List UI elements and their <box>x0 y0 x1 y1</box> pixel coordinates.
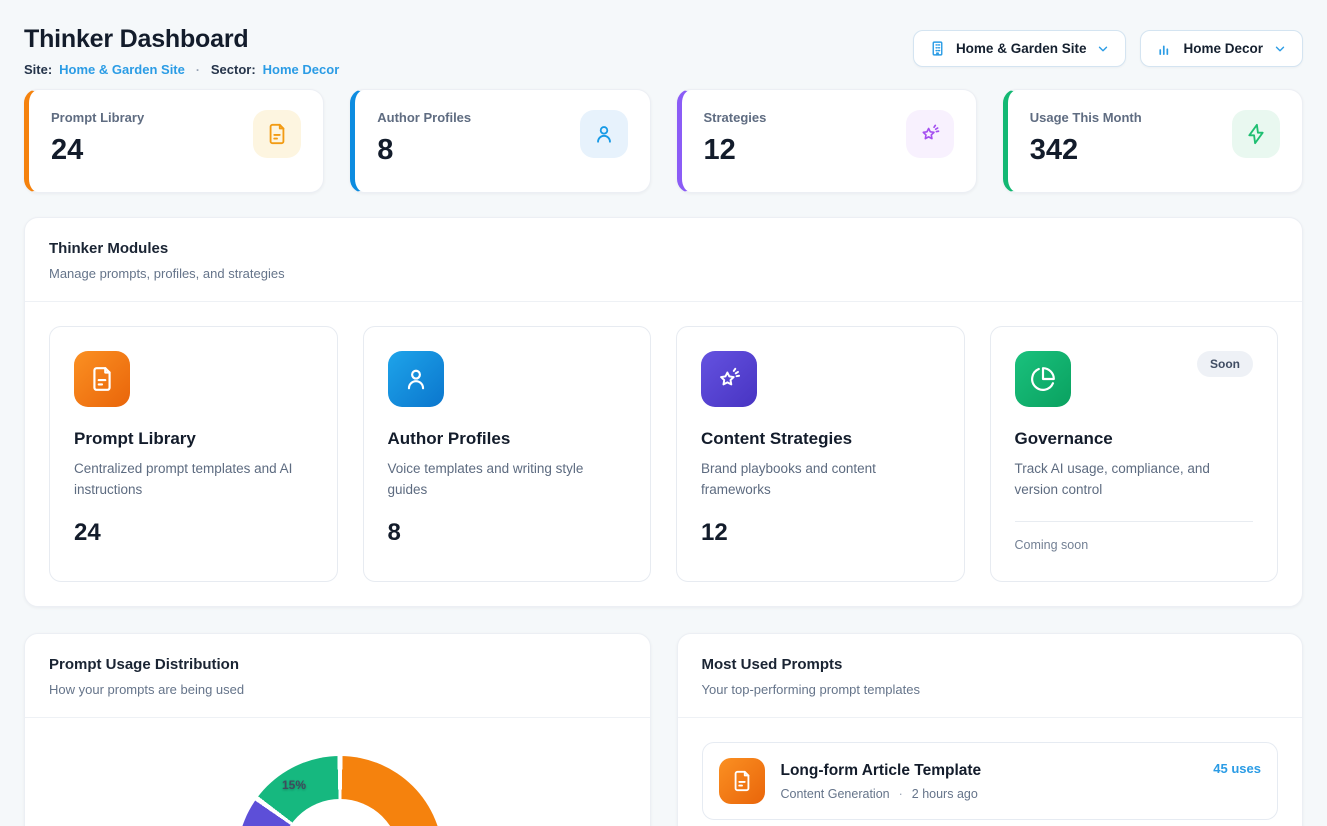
sector-label: Sector: <box>211 62 256 77</box>
prompt-list-item[interactable]: Long-form Article Template Content Gener… <box>702 742 1279 820</box>
prompt-uses-badge: 45 uses <box>1213 761 1261 776</box>
site-selector-button[interactable]: Home & Garden Site <box>913 30 1127 67</box>
modules-panel-title: Thinker Modules <box>49 240 1278 257</box>
page-header-left: Thinker Dashboard Site: Home & Garden Si… <box>24 24 339 77</box>
prompt-item-text: Long-form Article Template Content Gener… <box>781 762 982 801</box>
modules-grid: Prompt Library Centralized prompt templa… <box>25 302 1302 606</box>
donut-segment-label: 15% <box>282 778 306 792</box>
pie-chart-icon <box>1015 351 1071 407</box>
stats-row: Prompt Library 24 Author Profiles 8 Stra… <box>24 89 1303 193</box>
module-count: 8 <box>388 519 627 547</box>
prompts-card-title: Most Used Prompts <box>702 656 1279 673</box>
stat-card-strategies: Strategies 12 <box>677 89 977 193</box>
document-icon <box>253 110 301 158</box>
site-label: Site: <box>24 62 52 77</box>
stat-card-author-profiles: Author Profiles 8 <box>350 89 650 193</box>
divider <box>678 717 1303 718</box>
dashboard-page: Thinker Dashboard Site: Home & Garden Si… <box>0 0 1327 826</box>
coming-soon-text: Coming soon <box>1015 538 1254 552</box>
lightning-icon <box>1232 110 1280 158</box>
module-card-prompt-library[interactable]: Prompt Library Centralized prompt templa… <box>49 326 338 582</box>
page-title: Thinker Dashboard <box>24 24 339 54</box>
module-card-governance[interactable]: Soon Governance Track AI usage, complian… <box>990 326 1279 582</box>
modules-panel-subtitle: Manage prompts, profiles, and strategies <box>49 266 1278 281</box>
page-header: Thinker Dashboard Site: Home & Garden Si… <box>24 24 1303 77</box>
module-description: Voice templates and writing style guides <box>388 459 627 501</box>
document-icon <box>74 351 130 407</box>
separator-dot: · <box>192 63 204 77</box>
donut-chart: 15% <box>237 756 443 826</box>
chevron-down-icon <box>1273 42 1287 56</box>
module-count: 24 <box>74 519 313 547</box>
module-title: Governance <box>1015 429 1254 449</box>
site-link[interactable]: Home & Garden Site <box>59 62 185 77</box>
stat-card-usage: Usage This Month 342 <box>1003 89 1303 193</box>
donut-hole <box>280 799 400 826</box>
sparkle-star-icon <box>906 110 954 158</box>
module-title: Author Profiles <box>388 429 627 449</box>
chart-card-title: Prompt Usage Distribution <box>49 656 626 673</box>
user-icon <box>580 110 628 158</box>
module-count: 12 <box>701 519 940 547</box>
user-icon <box>388 351 444 407</box>
header-controls: Home & Garden Site Home Decor <box>913 30 1303 67</box>
module-description: Brand playbooks and content frameworks <box>701 459 940 501</box>
building-icon <box>929 40 946 57</box>
stat-card-prompt-library: Prompt Library 24 <box>24 89 324 193</box>
chevron-down-icon <box>1096 42 1110 56</box>
document-icon <box>719 758 765 804</box>
sector-link[interactable]: Home Decor <box>263 62 340 77</box>
module-card-content-strategies[interactable]: Content Strategies Brand playbooks and c… <box>676 326 965 582</box>
prompt-usage-card: Prompt Usage Distribution How your promp… <box>24 633 651 826</box>
bar-chart-icon <box>1156 40 1173 57</box>
chart-card-subtitle: How your prompts are being used <box>49 682 626 697</box>
prompts-card-subtitle: Your top-performing prompt templates <box>702 682 1279 697</box>
donut-chart-area: 15% <box>25 718 650 826</box>
soon-badge: Soon <box>1197 351 1253 377</box>
sector-selector-button[interactable]: Home Decor <box>1140 30 1303 67</box>
chart-card-header: Prompt Usage Distribution How your promp… <box>25 634 650 717</box>
module-description: Track AI usage, compliance, and version … <box>1015 459 1254 501</box>
sector-selector-label: Home Decor <box>1183 41 1263 56</box>
module-description: Centralized prompt templates and AI inst… <box>74 459 313 501</box>
sparkle-star-icon <box>701 351 757 407</box>
module-card-author-profiles[interactable]: Author Profiles Voice templates and writ… <box>363 326 652 582</box>
breadcrumb: Site: Home & Garden Site · Sector: Home … <box>24 62 339 77</box>
site-selector-label: Home & Garden Site <box>956 41 1087 56</box>
prompt-time: 2 hours ago <box>912 787 978 801</box>
divider <box>1015 521 1254 522</box>
bottom-row: Prompt Usage Distribution How your promp… <box>24 633 1303 826</box>
prompt-category: Content Generation <box>781 787 890 801</box>
prompts-card-header: Most Used Prompts Your top-performing pr… <box>678 634 1303 717</box>
thinker-modules-panel: Thinker Modules Manage prompts, profiles… <box>24 217 1303 607</box>
modules-panel-header: Thinker Modules Manage prompts, profiles… <box>25 218 1302 301</box>
module-title: Prompt Library <box>74 429 313 449</box>
most-used-prompts-card: Most Used Prompts Your top-performing pr… <box>677 633 1304 826</box>
prompt-title: Long-form Article Template <box>781 762 982 780</box>
module-title: Content Strategies <box>701 429 940 449</box>
prompt-meta: Content Generation · 2 hours ago <box>781 787 982 801</box>
separator-dot: · <box>899 787 903 801</box>
